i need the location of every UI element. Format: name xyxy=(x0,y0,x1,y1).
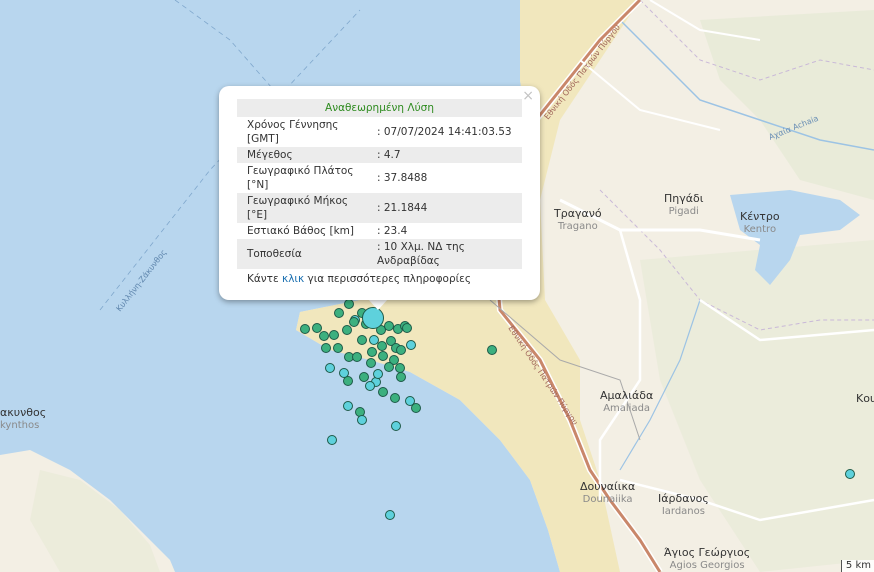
earthquake-marker[interactable] xyxy=(384,362,394,372)
earthquake-marker[interactable] xyxy=(343,401,353,411)
place-zakynthos: ακυνθος kynthos xyxy=(0,406,47,431)
label-longitude: Γεωγραφικό Μήκος [°E] xyxy=(237,193,371,223)
label-magnitude: Μέγεθος xyxy=(237,147,371,163)
earthquake-marker[interactable] xyxy=(378,351,388,361)
earthquake-marker[interactable] xyxy=(342,325,352,335)
earthquake-marker[interactable] xyxy=(349,317,359,327)
row-latitude: Γεωγραφικό Πλάτος [°N] : 37.8488 xyxy=(237,163,522,193)
popup-pointer xyxy=(368,299,388,310)
earthquake-marker[interactable] xyxy=(319,331,329,341)
earthquake-marker[interactable] xyxy=(329,330,339,340)
place-amaliada: Αμαλιάδα Amaliada xyxy=(600,389,654,414)
earthquake-marker[interactable] xyxy=(411,403,421,413)
earthquake-marker[interactable] xyxy=(321,343,331,353)
earthquake-marker[interactable] xyxy=(325,363,335,373)
place-tragano: Τραγανό Tragano xyxy=(554,207,602,232)
value-longitude: : 21.1844 xyxy=(371,193,522,223)
earthquake-marker[interactable] xyxy=(390,393,400,403)
value-depth: : 23.4 xyxy=(377,225,408,237)
earthquake-details-table: Αναθεωρημένη Λύση Χρόνος Γέννησης [GMT] … xyxy=(237,99,522,269)
earthquake-marker[interactable] xyxy=(845,469,855,479)
more-info-suffix: για περισσότερες πληροφορίες xyxy=(307,273,472,285)
label-depth: Εστιακό Βάθος [km] xyxy=(247,225,355,237)
earthquake-popup: × Αναθεωρημένη Λύση Χρόνος Γέννησης [GMT… xyxy=(219,86,540,300)
earthquake-marker[interactable] xyxy=(385,510,395,520)
value-origin-time: : 07/07/2024 14:41:03.53 xyxy=(377,126,512,138)
earthquake-marker[interactable] xyxy=(357,335,367,345)
earthquake-marker[interactable] xyxy=(402,323,412,333)
earthquake-marker[interactable] xyxy=(333,343,343,353)
value-magnitude: : 4.7 xyxy=(371,147,522,163)
row-longitude: Γεωγραφικό Μήκος [°E] : 21.1844 xyxy=(237,193,522,223)
place-pigadi: Πηγάδι Pigadi xyxy=(664,192,704,217)
more-info-line: Κάντε κλικ για περισσότερες πληροφορίες xyxy=(247,273,471,285)
row-magnitude: Μέγεθος : 4.7 xyxy=(237,147,522,163)
earthquake-marker[interactable] xyxy=(378,387,388,397)
earthquake-marker[interactable] xyxy=(365,381,375,391)
earthquake-marker[interactable] xyxy=(366,358,376,368)
earthquake-marker[interactable] xyxy=(357,415,367,425)
close-icon[interactable]: × xyxy=(522,88,534,104)
earthquake-marker[interactable] xyxy=(352,352,362,362)
earthquake-marker[interactable] xyxy=(396,372,406,382)
earthquake-marker[interactable] xyxy=(334,308,344,318)
scale-bar: 5 km xyxy=(840,560,874,572)
earthquake-marker[interactable] xyxy=(300,324,310,334)
earthquake-marker[interactable] xyxy=(396,345,406,355)
earthquake-marker[interactable] xyxy=(312,323,322,333)
label-origin-time: Χρόνος Γέννησης [GMT] xyxy=(247,119,339,145)
earthquake-marker[interactable] xyxy=(406,340,416,350)
value-location: : 10 Χλμ. ΝΔ της Ανδραβίδας xyxy=(371,239,522,269)
earthquake-marker[interactable] xyxy=(327,435,337,445)
label-location: Τοποθεσία xyxy=(237,239,371,269)
map-canvas[interactable]: Εθνική Οδός Πατρών Πύργου Εθνική Οδός Πα… xyxy=(0,0,874,572)
earthquake-marker[interactable] xyxy=(391,421,401,431)
label-latitude: Γεωγραφικό Πλάτος [°N] xyxy=(247,165,354,191)
earthquake-marker[interactable] xyxy=(367,347,377,357)
earthquake-marker[interactable] xyxy=(487,345,497,355)
main-earthquake-marker[interactable] xyxy=(362,307,384,329)
earthquake-marker[interactable] xyxy=(373,369,383,379)
place-dounaiika: Δουναίικα Dounaiika xyxy=(580,480,636,505)
popup-title: Αναθεωρημένη Λύση xyxy=(237,99,522,117)
more-info-prefix: Κάντε xyxy=(247,273,279,285)
popup-title-row: Αναθεωρημένη Λύση xyxy=(237,99,522,117)
earthquake-marker[interactable] xyxy=(344,299,354,309)
place-kou: Κου xyxy=(856,392,874,405)
row-location: Τοποθεσία : 10 Χλμ. ΝΔ της Ανδραβίδας xyxy=(237,239,522,269)
more-info-link[interactable]: κλικ xyxy=(282,273,304,285)
place-kentro: Κέντρο Kentro xyxy=(740,210,780,235)
place-iardanos: Ιάρδανος Iardanos xyxy=(658,492,709,517)
place-agios-georgios: Άγιος Γεώργιος Agios Georgios xyxy=(664,546,751,571)
row-origin-time: Χρόνος Γέννησης [GMT] : 07/07/2024 14:41… xyxy=(237,117,522,147)
row-depth: Εστιακό Βάθος [km] : 23.4 xyxy=(237,223,522,239)
earthquake-marker[interactable] xyxy=(339,368,349,378)
value-latitude: : 37.8488 xyxy=(377,172,428,184)
